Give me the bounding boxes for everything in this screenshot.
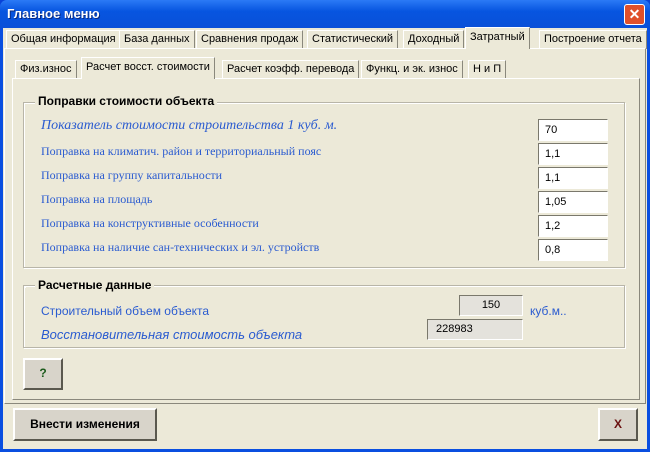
corrections-title: Поправки стоимости объекта	[35, 94, 218, 108]
construction-correction-input[interactable]: 1,2	[538, 215, 608, 237]
tab-report[interactable]: Построение отчета	[539, 30, 647, 49]
volume-label: Строительный объем объекта	[41, 304, 210, 318]
row-label: Поправка на площадь	[41, 192, 153, 206]
subtab-physical-wear[interactable]: Физ.износ	[15, 60, 77, 79]
subtab-functional-wear[interactable]: Функц. и эк. износ	[361, 60, 463, 79]
tab-income[interactable]: Доходный	[403, 30, 465, 49]
tab-general-info[interactable]: Общая информация	[6, 30, 121, 49]
close-window-button[interactable]: ✕	[624, 4, 645, 25]
client-area: Общая информация База данных Сравнения п…	[3, 27, 647, 449]
tab-sales-comparison[interactable]: Сравнения продаж	[196, 30, 304, 49]
utilities-correction-input[interactable]: 0,8	[538, 239, 608, 261]
help-button[interactable]: ?	[23, 358, 63, 390]
replacement-cost-label: Восстановительная стоимость объекта	[41, 327, 303, 342]
row-label: Поправка на конструктивные особенности	[41, 216, 259, 230]
tab-statistical[interactable]: Статистический	[307, 30, 399, 49]
row-label: Поправка на группу капитальности	[41, 168, 223, 182]
subtab-replacement-cost[interactable]: Расчет восст. стоимости	[81, 57, 215, 79]
volume-unit: куб.м..	[530, 304, 567, 318]
calculated-title: Расчетные данные	[35, 278, 155, 292]
row-label: Поправка на климатич. район и территориа…	[41, 144, 322, 158]
tab-cost[interactable]: Затратный	[465, 27, 530, 49]
close-button[interactable]: X	[598, 408, 638, 441]
apply-changes-button[interactable]: Внести изменения	[13, 408, 157, 441]
climate-correction-input[interactable]: 1,1	[538, 143, 608, 165]
row-label: Поправка на наличие сан-технических и эл…	[41, 240, 320, 254]
replacement-cost-value: 228983	[427, 319, 523, 340]
subtab-n-i-p[interactable]: Н и П	[468, 60, 507, 79]
subtab-conversion-coeff[interactable]: Расчет коэфф. перевода	[222, 60, 360, 79]
tab-database[interactable]: База данных	[119, 30, 195, 49]
capital-group-correction-input[interactable]: 1,1	[538, 167, 608, 189]
row-label: Показатель стоимости строительства 1 куб…	[41, 118, 338, 133]
window-title: Главное меню	[7, 6, 100, 21]
main-window: Главное меню ✕ Общая информация База дан…	[0, 0, 650, 452]
area-correction-input[interactable]: 1,05	[538, 191, 608, 213]
title-bar: Главное меню ✕	[0, 0, 650, 28]
cost-per-cubic-meter-input[interactable]: 70	[538, 119, 608, 141]
volume-value: 150	[459, 295, 523, 316]
